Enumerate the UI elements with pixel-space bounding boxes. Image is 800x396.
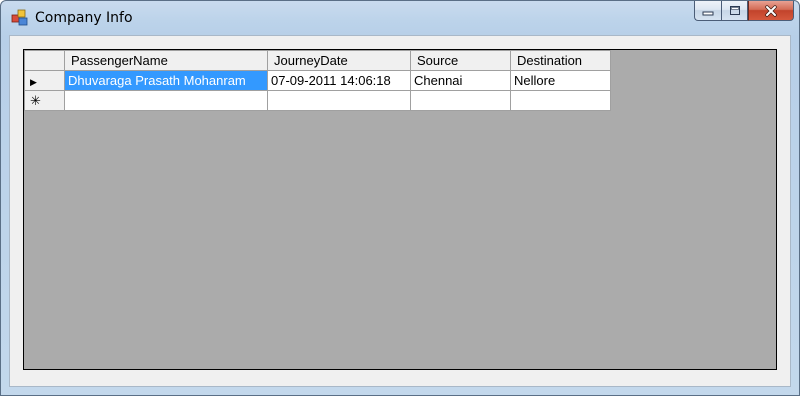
column-header-passengername[interactable]: PassengerName xyxy=(64,50,268,71)
caption-buttons xyxy=(694,1,794,21)
form-app-icon xyxy=(11,9,28,26)
window-title: Company Info xyxy=(35,10,133,26)
close-button[interactable] xyxy=(748,1,794,21)
grid-table: PassengerName JourneyDate Source Destina… xyxy=(24,50,611,111)
column-header-journeydate[interactable]: JourneyDate xyxy=(267,50,411,71)
cell-passengername[interactable]: Dhuvaraga Prasath Mohanram xyxy=(64,70,268,91)
table-row[interactable]: ▶ Dhuvaraga Prasath Mohanram 07-09-2011 … xyxy=(24,70,611,91)
maximize-button[interactable] xyxy=(721,1,748,21)
maximize-icon xyxy=(729,6,740,15)
row-header-current[interactable]: ▶ xyxy=(24,70,65,91)
minimize-button[interactable] xyxy=(694,1,721,21)
minimize-icon xyxy=(702,11,714,15)
top-left-header-cell[interactable] xyxy=(24,50,65,71)
form-client-area: PassengerName JourneyDate Source Destina… xyxy=(9,35,791,387)
new-row-asterisk-icon: ✳ xyxy=(30,92,41,108)
cell-journeydate[interactable]: 07-09-2011 14:06:18 xyxy=(267,70,411,91)
title-bar[interactable]: Company Info xyxy=(1,1,799,35)
passenger-data-grid[interactable]: PassengerName JourneyDate Source Destina… xyxy=(23,49,777,370)
column-header-source[interactable]: Source xyxy=(410,50,511,71)
column-header-destination[interactable]: Destination xyxy=(510,50,611,71)
new-cell-destination[interactable] xyxy=(510,90,611,111)
new-cell-source[interactable] xyxy=(410,90,511,111)
column-header-row: PassengerName JourneyDate Source Destina… xyxy=(24,50,611,71)
current-row-indicator-icon: ▶ xyxy=(30,77,37,87)
cell-destination[interactable]: Nellore xyxy=(510,70,611,91)
new-row[interactable]: ✳ xyxy=(24,90,611,111)
close-icon xyxy=(765,4,777,17)
new-cell-journeydate[interactable] xyxy=(267,90,411,111)
application-window: Company Info PassengerName JourneyDate S… xyxy=(0,0,800,396)
row-header-new[interactable]: ✳ xyxy=(24,90,65,111)
cell-source[interactable]: Chennai xyxy=(410,70,511,91)
new-cell-passengername[interactable] xyxy=(64,90,268,111)
